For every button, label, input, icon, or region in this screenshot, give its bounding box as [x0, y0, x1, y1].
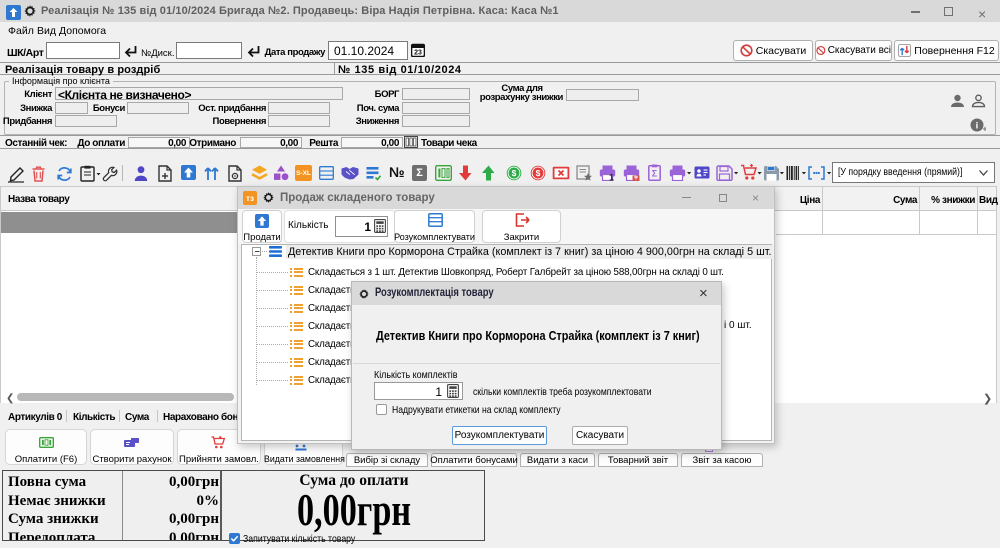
- svg-text:$: $: [512, 168, 517, 178]
- svg-text:23: 23: [414, 50, 422, 57]
- svg-text:$: $: [536, 168, 541, 178]
- svg-text:1: 1: [609, 173, 614, 182]
- svg-text:i: i: [976, 120, 979, 131]
- svg-text:+: +: [983, 125, 986, 133]
- svg-text:Σ: Σ: [652, 169, 658, 179]
